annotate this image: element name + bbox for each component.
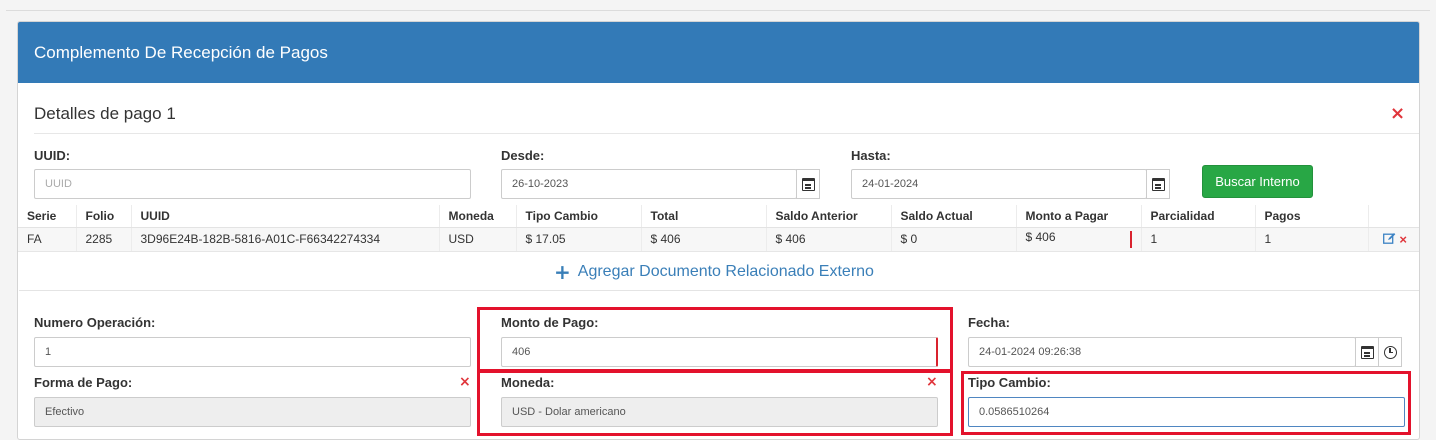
plus-icon: + <box>554 260 571 284</box>
moneda-label: Moneda: <box>501 375 555 390</box>
cell-uuid: 3D96E24B-182B-5816-A01C-F66342274334 <box>130 227 439 252</box>
uuid-label: UUID: <box>34 148 71 163</box>
payment-detail-title: Detalles de pago 1 <box>34 104 176 123</box>
tipo-cambio-label: Tipo Cambio: <box>968 375 1051 390</box>
cell-total: $ 406 <box>640 227 766 252</box>
delete-row-icon[interactable]: × <box>1399 232 1407 247</box>
cell-serie: FA <box>18 227 76 252</box>
fecha-input[interactable]: 24-01-2024 09:26:38 <box>968 337 1356 367</box>
moneda-select[interactable]: USD - Dolar americano <box>501 397 938 427</box>
monto-pago-label: Monto de Pago: <box>501 315 599 330</box>
hasta-label: Hasta: <box>851 148 891 163</box>
cell-actions: × <box>1367 227 1419 252</box>
uuid-input[interactable]: UUID <box>34 169 471 199</box>
hasta-date-input[interactable]: 24-01-2024 <box>851 169 1147 199</box>
fecha-calendar-button[interactable] <box>1355 337 1379 367</box>
col-header-actions <box>1367 205 1419 228</box>
col-header: UUID <box>130 205 439 228</box>
col-header: Monto a Pagar <box>1015 205 1141 228</box>
calendar-icon <box>1151 177 1165 191</box>
edit-icon[interactable] <box>1383 232 1399 247</box>
col-header: Tipo Cambio <box>515 205 641 228</box>
desde-label: Desde: <box>501 148 545 163</box>
col-header: Parcialidad <box>1140 205 1255 228</box>
cell-tipo-cambio: $ 17.05 <box>515 227 641 252</box>
col-header: Saldo Anterior <box>765 205 891 228</box>
table-row: FA 2285 3D96E24B-182B-5816-A01C-F6634227… <box>18 227 1419 252</box>
payment-complement-panel: Complemento De Recepción de Pagos Detall… <box>17 21 1420 440</box>
invalid-marker <box>1129 231 1132 248</box>
fecha-time-button[interactable] <box>1378 337 1402 367</box>
numero-operacion-label: Numero Operación: <box>34 315 156 330</box>
fecha-label: Fecha: <box>968 315 1010 330</box>
numero-operacion-input[interactable]: 1 <box>34 337 471 367</box>
table-header-row: Serie Folio UUID Moneda Tipo Cambio Tota… <box>18 205 1419 228</box>
monto-pago-input[interactable]: 406 <box>501 337 938 367</box>
col-header: Serie <box>18 205 76 228</box>
outer-frame-line <box>6 10 1430 11</box>
col-header: Pagos <box>1254 205 1368 228</box>
calendar-icon <box>801 177 815 191</box>
desde-calendar-button[interactable] <box>796 169 820 199</box>
panel-title: Complemento De Recepción de Pagos <box>18 22 1419 83</box>
forma-pago-label: Forma de Pago: <box>34 375 133 390</box>
cell-moneda: USD <box>438 227 516 252</box>
forma-pago-select[interactable]: Efectivo <box>34 397 471 427</box>
divider <box>34 133 1419 134</box>
col-header: Moneda <box>438 205 516 228</box>
related-documents-table: Serie Folio UUID Moneda Tipo Cambio Tota… <box>18 205 1419 252</box>
tipo-cambio-input[interactable]: 0.0586510264 <box>968 397 1405 427</box>
cell-monto-a-pagar[interactable]: $ 406 <box>1015 227 1141 252</box>
cell-folio: 2285 <box>75 227 131 252</box>
monto-a-pagar-value: $ 406 <box>1025 230 1056 244</box>
buscar-interno-button[interactable]: Buscar Interno <box>1202 165 1313 198</box>
calendar-icon <box>1360 345 1374 359</box>
col-header: Total <box>640 205 766 228</box>
col-header: Folio <box>75 205 131 228</box>
cell-pagos: 1 <box>1254 227 1368 252</box>
clock-icon <box>1383 345 1397 359</box>
clear-forma-pago-icon[interactable]: × <box>459 374 471 390</box>
cell-parcialidad: 1 <box>1140 227 1255 252</box>
clear-moneda-icon[interactable]: × <box>926 374 938 390</box>
cell-saldo-actual: $ 0 <box>890 227 1016 252</box>
add-external-document-label: Agregar Documento Relacionado Externo <box>577 263 874 280</box>
col-header: Saldo Actual <box>890 205 1016 228</box>
hasta-calendar-button[interactable] <box>1146 169 1170 199</box>
close-detail-icon[interactable]: × <box>1390 103 1405 124</box>
cell-saldo-anterior: $ 406 <box>765 227 891 252</box>
add-external-document-link[interactable]: + Agregar Documento Relacionado Externo <box>554 260 874 284</box>
desde-date-input[interactable]: 26-10-2023 <box>501 169 797 199</box>
documents-box-bottom <box>19 290 1419 291</box>
